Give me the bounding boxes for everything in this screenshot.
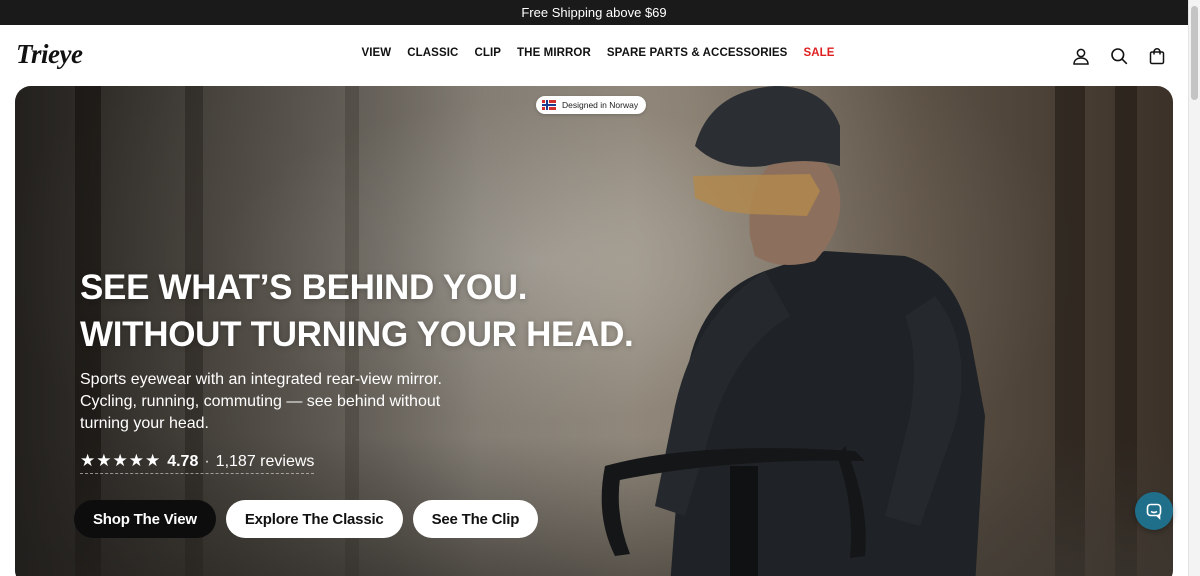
announcement-text: Free Shipping above $69	[521, 5, 667, 20]
hero-subtext: Sports eyewear with an integrated rear-v…	[80, 371, 442, 432]
hero-cta-row: Shop The View Explore The Classic See Th…	[74, 500, 539, 538]
rating-reviews: 1,187 reviews	[215, 453, 315, 470]
designed-in-norway-badge: Designed in Norway	[536, 96, 647, 114]
shop-the-view-button[interactable]: Shop The View	[74, 500, 216, 538]
nav-item-sale[interactable]: SALE	[803, 47, 834, 59]
badge-label: Designed in Norway	[562, 100, 639, 110]
nav-item-clip[interactable]: CLIP	[474, 47, 501, 59]
nav-item-view[interactable]: VIEW	[361, 47, 391, 59]
rating-separator: ·	[204, 453, 210, 470]
announcement-bar: Free Shipping above $69	[0, 0, 1188, 25]
explore-the-classic-button[interactable]: Explore The Classic	[225, 500, 403, 538]
nav-item-the-mirror[interactable]: THE MIRROR	[517, 47, 591, 59]
page-scrollbar[interactable]	[1188, 0, 1200, 576]
chat-icon	[1146, 503, 1162, 520]
rating-score: 4.78	[167, 453, 199, 470]
hero-banner: Designed in Norway SEE WHAT’S BEHIND YOU…	[15, 86, 1173, 576]
search-icon[interactable]	[1108, 45, 1130, 67]
norway-flag-icon	[542, 100, 556, 110]
headline-line-1: SEE WHAT’S BEHIND YOU.	[80, 268, 528, 307]
nav-item-classic[interactable]: CLASSIC	[407, 47, 458, 59]
site-header: Trieye VIEW CLASSIC CLIP THE MIRROR SPAR…	[0, 25, 1188, 86]
main-nav: VIEW CLASSIC CLIP THE MIRROR SPARE PARTS…	[0, 47, 1188, 59]
account-icon[interactable]	[1070, 45, 1092, 67]
cyclist-image	[601, 86, 985, 576]
hero-headline: SEE WHAT’S BEHIND YOU. WITHOUT TURNING Y…	[80, 264, 634, 358]
header-icons	[1070, 45, 1168, 67]
rating-stars-icon: ★★★★★	[80, 451, 162, 470]
chat-launcher-button[interactable]	[1135, 492, 1173, 530]
see-the-clip-button[interactable]: See The Clip	[412, 500, 539, 538]
rating-summary[interactable]: ★★★★★ 4.78 · 1,187 reviews	[80, 451, 315, 474]
cart-icon[interactable]	[1146, 45, 1168, 67]
nav-item-spare-parts[interactable]: SPARE PARTS & ACCESSORIES	[607, 47, 788, 59]
headline-line-2: WITHOUT TURNING YOUR HEAD.	[80, 315, 634, 354]
scrollbar-thumb[interactable]	[1191, 6, 1198, 100]
